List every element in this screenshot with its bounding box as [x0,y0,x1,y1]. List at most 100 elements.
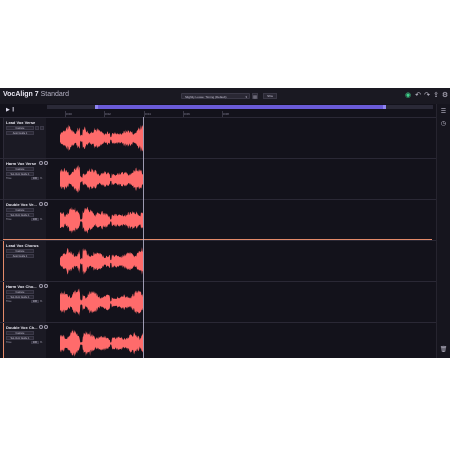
processing-dropdown[interactable]: Auto Guide 1 [6,131,34,135]
time-label: Time [6,218,12,221]
waveform-path [60,206,143,234]
ruler-tick: 0:08 [222,111,229,117]
waveform [60,288,143,317]
settings-button[interactable] [40,126,44,130]
capture-label: Capture [15,209,25,212]
track-name: Harm Vox Verse [6,161,37,166]
capture-button[interactable]: Capture [6,208,34,212]
time-value-field[interactable]: 100 [31,341,39,344]
view-button[interactable]: Shw [263,93,277,99]
processing-dropdown[interactable]: Sel-Vent Guide 1 [6,336,34,340]
processing-label: Sel-Vent Guide 1 [10,296,30,299]
track-panel: Lead Vox Chorus Capture Auto Guide 1 [3,241,46,281]
playhead[interactable] [143,117,144,358]
ruler-tick: 0:02 [104,111,111,117]
time-value: 100 [32,218,38,221]
processing-label: Auto Guide 1 [12,255,28,258]
edit-button[interactable] [35,126,39,130]
folder-icon[interactable]: ▤ [252,93,258,99]
preset-label: Slightly Loose: Timing (Default) [185,95,227,99]
track-lane[interactable] [46,159,436,199]
selection-start-handle[interactable] [95,105,98,109]
track-panel: Lead Vox Verse Capture Auto Guide 1 [3,118,46,158]
track-name: Double Vox Ve... [6,202,37,207]
capture-button[interactable]: Capture [6,126,34,130]
time-value: 100 [32,177,38,180]
track-lane[interactable] [46,323,436,358]
trash-icon[interactable]: 🗑 [439,346,448,353]
link-icon[interactable] [39,284,43,288]
time-label: Time [6,300,12,303]
gear-icon[interactable]: ⚙ [441,92,449,100]
track-name: Harm Vox Cho... [6,284,37,289]
app-title: VocAlign 7 Standard [3,91,69,98]
time-value: 100 [32,300,38,303]
waveform [60,164,143,194]
time-label: Time [6,341,12,344]
undo-icon[interactable]: ↶ [414,92,422,100]
track-panel: Double Vox Ch... Capture Sel-Vent Guide … [3,323,48,358]
processing-dropdown[interactable]: Auto Guide 1 [6,254,34,258]
waveform-path [60,164,143,194]
track-double-vox-verse: Double Vox Ve... Capture Sel-Vent Guide … [0,199,436,240]
time-unit: % [40,177,43,180]
waveform-path [60,124,143,152]
overview-selection[interactable] [97,105,385,109]
track-lane[interactable] [46,241,436,281]
time-value: 100 [32,341,38,344]
time-unit: % [40,341,43,344]
list-icon[interactable]: ☰ [439,108,448,115]
capture-button[interactable]: Capture [6,331,34,335]
app-edition: Standard [40,91,70,98]
waveform [60,247,143,275]
chevron-down-icon: ▾ [245,95,247,99]
capture-button[interactable]: Capture [6,290,34,294]
time-value-field[interactable]: 100 [31,300,39,303]
processing-dropdown[interactable]: Sel-Vent Guide 1 [6,295,34,299]
export-icon[interactable]: ⇪ [432,92,440,100]
view-button-label: Shw [267,94,273,98]
track-harm-vox-verse: Harm Vox Verse Capture Sel-Vent Guide 1 … [0,158,436,199]
track-lead-vox-verse: Lead Vox Verse Capture Auto Guide 1 [0,117,436,158]
capture-button[interactable]: Capture [6,249,34,253]
capture-button[interactable]: Capture [6,167,34,171]
track-lane[interactable] [46,200,436,240]
time-value-field[interactable]: 100 [31,177,39,180]
link-icon[interactable] [39,202,43,206]
title-bar: VocAlign 7 Standard Slightly Loose: Timi… [0,88,450,104]
preset-dropdown[interactable]: Slightly Loose: Timing (Default) ▾ [181,93,250,99]
waveform [60,124,143,152]
track-name: Lead Vox Verse [6,120,36,125]
processing-label: Auto Guide 1 [12,132,28,135]
waveform-path [60,247,143,275]
track-lane[interactable] [46,282,436,322]
track-lane[interactable] [46,118,436,158]
waveform-path [60,329,143,357]
loop-icon[interactable]: ⫼ [12,107,14,113]
overview-bar[interactable] [47,105,433,109]
waveform-path [60,288,143,317]
time-value-field[interactable]: 100 [31,218,39,221]
waveform [60,206,143,234]
processing-dropdown[interactable]: Sel-Vent Guide 1 [6,213,34,217]
link-icon[interactable] [39,325,43,329]
ruler-tick: 0:06 [183,111,190,117]
time-ruler[interactable]: 0:00 0:02 0:04 0:06 0:08 [47,110,433,117]
app-window: VocAlign 7 Standard Slightly Loose: Timi… [0,88,450,358]
ruler-tick: 0:00 [65,111,72,117]
history-icon[interactable]: ◷ [439,120,448,127]
track-name: Double Vox Ch... [6,325,38,330]
time-unit: % [40,300,43,303]
selection-end-handle[interactable] [383,105,386,109]
play-icon[interactable]: ▶ [6,107,10,113]
capture-label: Capture [15,127,25,130]
time-label: Time [6,177,12,180]
track-name: Lead Vox Chorus [6,243,39,248]
capture-label: Capture [15,332,25,335]
link-icon[interactable] [39,161,43,165]
processing-dropdown[interactable]: Sel-Vent Guide 1 [6,172,34,176]
track-panel: Double Vox Ve... Capture Sel-Vent Guide … [3,200,48,240]
right-sidebar: ☰ ◷ 🗑 [436,104,450,358]
check-circle-icon[interactable]: ◉ [404,92,412,100]
redo-icon[interactable]: ↷ [423,92,431,100]
